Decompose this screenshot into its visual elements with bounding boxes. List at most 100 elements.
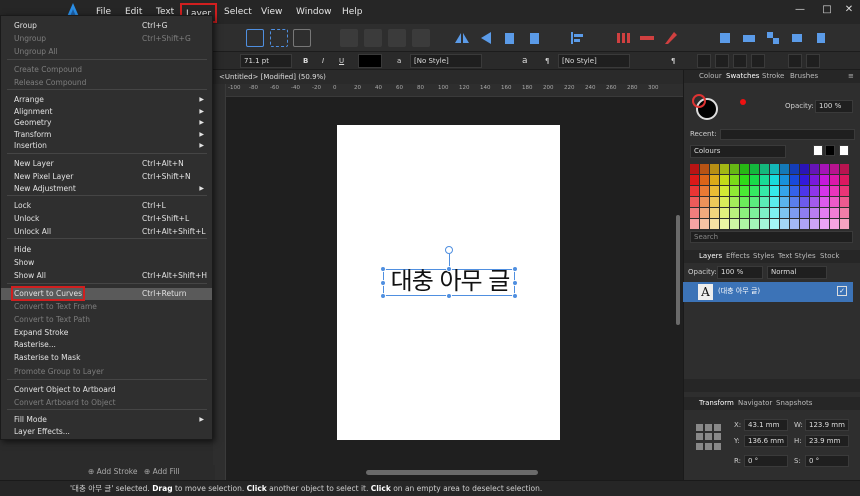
swatch-cell[interactable] [710,208,719,218]
swatch-cell[interactable] [740,186,749,196]
vertical-scrollbar[interactable] [676,215,680,325]
tab-swatches[interactable]: Swatches [726,71,759,82]
swatch-cell[interactable] [720,175,729,185]
swatch-cell[interactable] [750,197,759,207]
swatch-cell[interactable] [780,219,789,229]
handle-top-right[interactable] [512,266,518,272]
menu-item-create-compound[interactable]: Create Compound [1,64,212,76]
menu-item-new-layer[interactable]: New Layer Ctrl+Alt+N [1,158,212,170]
swatch-cell[interactable] [760,197,769,207]
maximize-icon[interactable]: □ [820,3,834,17]
document-tab[interactable]: <Untitled> [Modified] (50.9%) [213,70,683,84]
swatch-cell[interactable] [730,175,739,185]
swatch-cell[interactable] [760,175,769,185]
swatch-cell[interactable] [790,219,799,229]
swatch-cell[interactable] [820,219,829,229]
close-icon[interactable]: ✕ [842,3,856,17]
swatch-cell[interactable] [840,164,849,174]
rotate-right-icon[interactable] [525,29,543,47]
layer-name[interactable]: (대충 아무 글) [718,286,760,297]
swatch-cell[interactable] [750,175,759,185]
swatch-cell[interactable] [780,197,789,207]
tab-stock[interactable]: Stock [820,251,839,262]
none-swatch[interactable] [813,145,823,156]
swatch-cell[interactable] [730,208,739,218]
boolean-add-icon[interactable] [340,29,358,47]
underline-button[interactable]: U [339,54,344,68]
swatch-cell[interactable] [820,186,829,196]
swatch-cell[interactable] [720,186,729,196]
swatch-cell[interactable] [700,175,709,185]
menu-item-unlock-all[interactable]: Unlock All Ctrl+Alt+Shift+L [1,226,212,238]
swatch-cell[interactable] [820,175,829,185]
menu-item-new-pixel-layer[interactable]: New Pixel Layer Ctrl+Shift+N [1,171,212,183]
menu-view[interactable]: View [257,0,286,24]
swatch-cell[interactable] [830,175,839,185]
swatch-cell[interactable] [840,186,849,196]
swatch-cell[interactable] [690,164,699,174]
tab-effects[interactable]: Effects [726,251,750,262]
swatch-cell[interactable] [730,197,739,207]
swatch-cell[interactable] [720,208,729,218]
swatch-cell[interactable] [690,219,699,229]
swatch-cell[interactable] [770,208,779,218]
distribute-icon[interactable] [638,29,656,47]
menu-item-lock[interactable]: Lock Ctrl+L [1,200,212,212]
minimize-icon[interactable]: — [793,3,807,17]
swatch-cell[interactable] [800,197,809,207]
handle-middle-right[interactable] [512,280,518,286]
w-field[interactable]: 123.9 mm [805,419,849,431]
swatch-cell[interactable] [750,186,759,196]
menu-item-show-all[interactable]: Show All Ctrl+Alt+Shift+H [1,270,212,282]
menu-item-geometry[interactable]: Geometry ▶ [1,117,212,129]
order-icon[interactable] [614,29,632,47]
swatch-cell[interactable] [770,164,779,174]
swatch-cell[interactable] [710,164,719,174]
tab-stroke[interactable]: Stroke [762,71,784,82]
swatch-cell[interactable] [700,186,709,196]
tab-styles[interactable]: Styles [753,251,774,262]
swatch-cell[interactable] [740,175,749,185]
swatch-cell[interactable] [750,164,759,174]
menu-item-expand-stroke[interactable]: Expand Stroke [1,327,212,339]
swatch-cell[interactable] [700,197,709,207]
swatch-cell[interactable] [720,219,729,229]
swatch-cell[interactable] [790,164,799,174]
character-style-select[interactable]: [No Style] [410,54,482,68]
arrange-icon-5[interactable] [812,29,830,47]
swatch-cell[interactable] [810,186,819,196]
snap-grid-icon[interactable] [293,29,311,47]
tab-colour[interactable]: Colour [699,71,722,82]
menu-item-unlock[interactable]: Unlock Ctrl+Shift+L [1,213,212,225]
anchor-grid[interactable] [696,424,722,450]
swatch-grid[interactable] [690,164,849,229]
tab-navigator[interactable]: Navigator [738,398,772,409]
white-swatch[interactable] [839,145,849,156]
boolean-intersect-icon[interactable] [388,29,406,47]
menu-item-layer-effects[interactable]: Layer Effects... [1,426,212,438]
menu-item-convert-artboard-to-object[interactable]: Convert Artboard to Object [1,397,212,409]
swatch-cell[interactable] [750,208,759,218]
font-size-field[interactable]: 71.1 pt [240,54,292,68]
swatch-cell[interactable] [750,219,759,229]
handle-bottom-right[interactable] [512,293,518,299]
swatch-cell[interactable] [710,186,719,196]
swatch-cell[interactable] [740,164,749,174]
tab-text-styles[interactable]: Text Styles [778,251,816,262]
swatch-cell[interactable] [730,164,739,174]
menu-item-release-compound[interactable]: Release Compound [1,77,212,89]
bullets-button[interactable] [788,54,802,68]
swatch-cell[interactable] [760,208,769,218]
snap-frame-icon[interactable] [246,29,264,47]
swatch-cell[interactable] [770,175,779,185]
swatch-cell[interactable] [770,219,779,229]
swatch-cell[interactable] [810,175,819,185]
brush-icon[interactable] [662,29,680,47]
swatch-cell[interactable] [840,197,849,207]
add-stroke-button[interactable]: ⊕ Add Stroke [88,467,137,476]
arrange-icon-1[interactable] [716,29,734,47]
align-right-button[interactable] [733,54,747,68]
handle-middle-left[interactable] [380,280,386,286]
swatch-cell[interactable] [690,208,699,218]
swatch-cell[interactable] [790,175,799,185]
